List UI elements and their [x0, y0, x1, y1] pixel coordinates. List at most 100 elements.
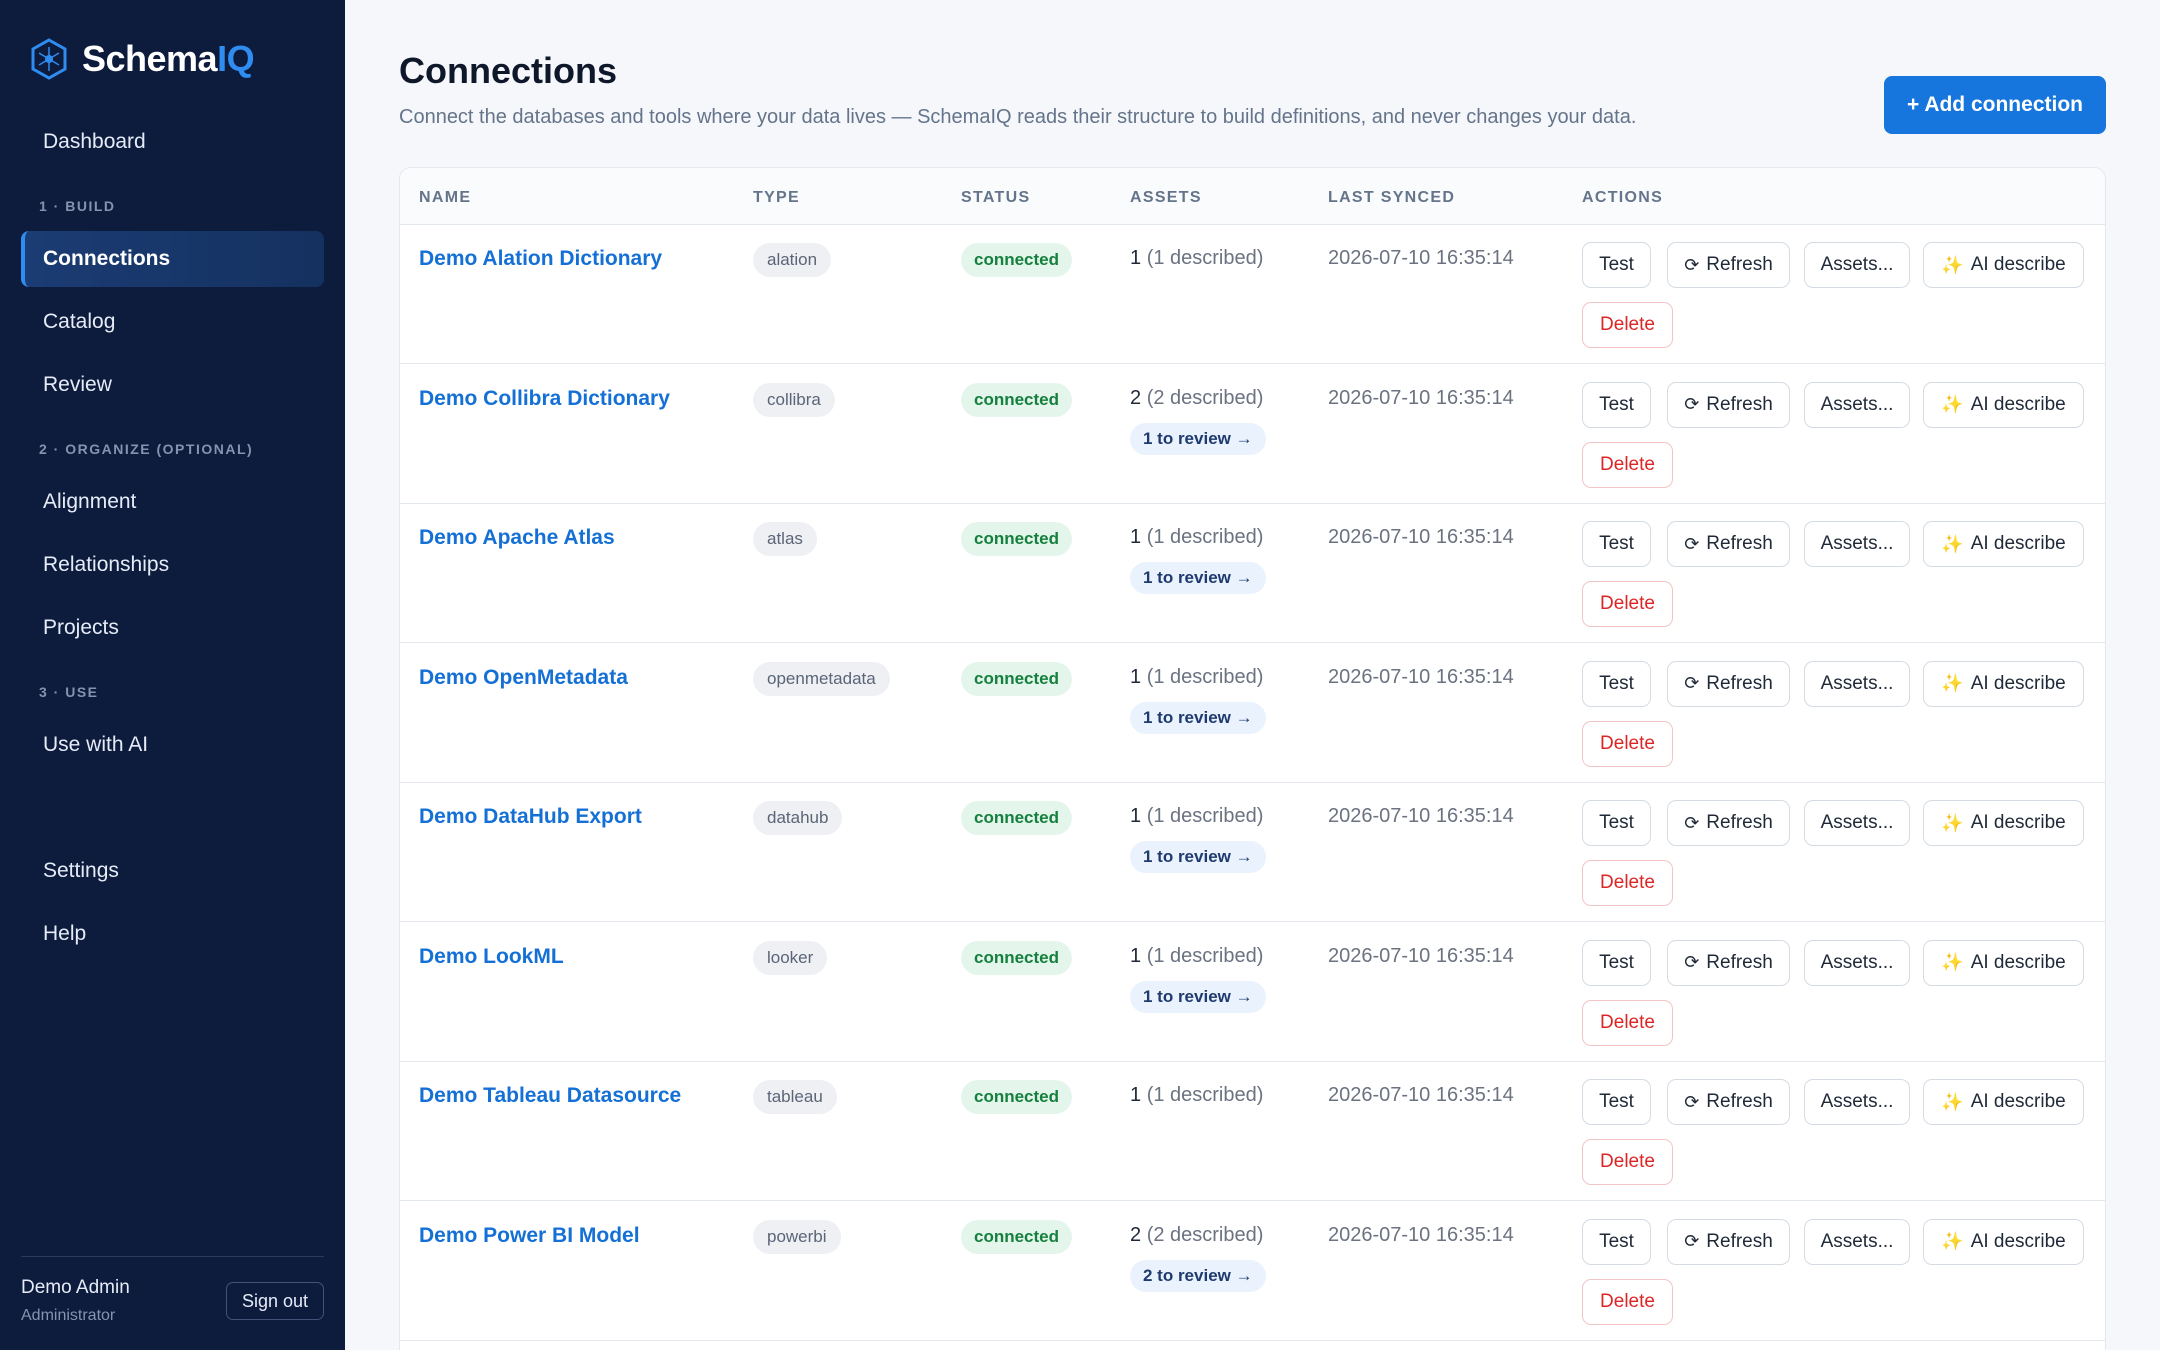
ai-describe-button[interactable]: ✨ AI describe [1923, 800, 2084, 846]
type-badge: atlas [753, 522, 817, 556]
to-review-link[interactable]: 1 to review → [1130, 841, 1266, 873]
ai-describe-button[interactable]: ✨ AI describe [1923, 381, 2084, 428]
connection-name-link[interactable]: Demo OpenMetadata [419, 666, 628, 690]
delete-button[interactable]: Delete [1582, 1278, 1673, 1325]
to-review-link[interactable]: 1 to review → [1130, 562, 1266, 594]
assets-button[interactable]: Assets... [1804, 1079, 1910, 1125]
test-button[interactable]: Test [1582, 939, 1651, 986]
assets-label: Assets... [1820, 254, 1894, 275]
column-header-last-synced: LAST SYNCED [1328, 189, 1456, 206]
refresh-button[interactable]: ⟳ Refresh [1667, 521, 1790, 567]
test-button[interactable]: Test [1582, 1218, 1651, 1265]
delete-label: Delete [1600, 453, 1655, 475]
assets-button[interactable]: Assets... [1804, 939, 1910, 986]
delete-button[interactable]: Delete [1582, 860, 1673, 906]
ai-describe-label: AI describe [1970, 533, 2066, 554]
assets-button[interactable]: Assets... [1804, 800, 1910, 846]
status-badge: connected [961, 1219, 1073, 1254]
test-label: Test [1599, 1091, 1634, 1112]
refresh-button[interactable]: ⟳ Refresh [1667, 660, 1790, 707]
test-button[interactable]: Test [1582, 521, 1651, 567]
ai-describe-label: AI describe [1970, 951, 2066, 973]
nav-catalog[interactable]: Catalog [21, 294, 324, 350]
refresh-button[interactable]: ⟳ Refresh [1667, 939, 1790, 986]
assets-total: 1 [1130, 944, 1142, 967]
assets-button[interactable]: Assets... [1804, 242, 1910, 288]
delete-button[interactable]: Delete [1582, 999, 1673, 1046]
delete-button[interactable]: Delete [1582, 302, 1673, 348]
assets-button[interactable]: Assets... [1804, 521, 1910, 567]
connection-name-link[interactable]: Demo Collibra Dictionary [419, 387, 670, 411]
status-badge: connected [961, 382, 1073, 417]
test-label: Test [1599, 254, 1634, 275]
add-connection-button[interactable]: + Add connection [1884, 76, 2106, 134]
table-row: Demo DataHub Export datahub connected 1 (1 … [400, 783, 2105, 922]
ai-describe-button[interactable]: ✨ AI describe [1923, 1079, 2084, 1125]
delete-button[interactable]: Delete [1582, 720, 1673, 767]
assets-button[interactable]: Assets... [1804, 381, 1910, 428]
connection-name-link[interactable]: Demo Alation Dictionary [419, 247, 662, 271]
nav-connections[interactable]: Connections [21, 231, 324, 287]
connections-table: NAME TYPE STATUS ASSETS LAST SYNCED ACTI… [399, 167, 2106, 1350]
refresh-button[interactable]: ⟳ Refresh [1667, 242, 1790, 288]
ai-describe-button[interactable]: ✨ AI describe [1923, 660, 2084, 707]
test-label: Test [1599, 812, 1634, 833]
refresh-label: Refresh [1706, 393, 1773, 415]
connection-name-link[interactable]: Demo DataHub Export [419, 805, 642, 829]
connection-name-link[interactable]: Demo Power BI Model [419, 1224, 640, 1248]
ai-describe-button[interactable]: ✨ AI describe [1923, 939, 2084, 986]
assets-label: Assets... [1820, 812, 1894, 833]
test-button[interactable]: Test [1582, 1079, 1651, 1125]
nav-review[interactable]: Review [21, 357, 324, 413]
connection-name-link[interactable]: Demo Apache Atlas [419, 526, 615, 550]
delete-label: Delete [1600, 1011, 1655, 1033]
nav-settings[interactable]: Settings [21, 843, 324, 899]
nav-use-with-ai[interactable]: Use with AI [21, 717, 324, 773]
delete-label: Delete [1600, 314, 1655, 335]
sidebar: SchemaIQ Dashboard 1 · BUILD Connections… [0, 0, 345, 1350]
assets-count: 1 (1 described) [1130, 1084, 1263, 1107]
sign-out-button[interactable]: Sign out [226, 1282, 324, 1320]
ai-describe-button[interactable]: ✨ AI describe [1923, 521, 2084, 567]
assets-count: 1 (1 described) [1130, 805, 1263, 828]
refresh-icon: ⟳ [1684, 254, 1700, 275]
delete-button[interactable]: Delete [1582, 581, 1673, 627]
refresh-label: Refresh [1706, 254, 1773, 275]
to-review-link[interactable]: 1 to review → [1130, 701, 1266, 734]
refresh-label: Refresh [1706, 1230, 1773, 1252]
refresh-icon: ⟳ [1684, 952, 1700, 972]
refresh-button[interactable]: ⟳ Refresh [1667, 1218, 1790, 1265]
connection-name-link[interactable]: Demo LookML [419, 945, 564, 969]
ai-describe-label: AI describe [1970, 393, 2066, 415]
sparkles-icon: ✨ [1941, 952, 1964, 972]
nav-alignment[interactable]: Alignment [21, 474, 324, 530]
to-review-link[interactable]: 2 to review → [1130, 1259, 1266, 1292]
brand-logo[interactable]: SchemaIQ [30, 38, 255, 80]
to-review-link[interactable]: 1 to review → [1130, 422, 1266, 455]
assets-button[interactable]: Assets... [1804, 660, 1910, 707]
ai-describe-button[interactable]: ✨ AI describe [1923, 1218, 2084, 1265]
refresh-button[interactable]: ⟳ Refresh [1667, 1079, 1790, 1125]
connection-name-link[interactable]: Demo Tableau Datasource [419, 1084, 681, 1108]
test-button[interactable]: Test [1582, 242, 1651, 288]
ai-describe-label: AI describe [1970, 254, 2066, 275]
table-row: Demo Power BI Model powerbi connected 2 (2 … [400, 1202, 2105, 1341]
refresh-button[interactable]: ⟳ Refresh [1667, 381, 1790, 428]
delete-button[interactable]: Delete [1582, 441, 1673, 488]
assets-count: 2 (2 described) [1130, 1224, 1263, 1247]
refresh-button[interactable]: ⟳ Refresh [1667, 800, 1790, 846]
test-button[interactable]: Test [1582, 800, 1651, 846]
test-button[interactable]: Test [1582, 660, 1651, 707]
nav-help[interactable]: Help [21, 906, 324, 962]
nav-relationships[interactable]: Relationships [21, 537, 324, 593]
to-review-link[interactable]: 1 to review → [1130, 980, 1266, 1013]
assets-total: 1 [1130, 665, 1142, 688]
nav-projects[interactable]: Projects [21, 600, 324, 656]
refresh-label: Refresh [1706, 672, 1773, 694]
nav-dashboard[interactable]: Dashboard [21, 114, 324, 170]
test-button[interactable]: Test [1582, 381, 1651, 428]
refresh-icon: ⟳ [1684, 673, 1700, 693]
assets-button[interactable]: Assets... [1804, 1218, 1910, 1265]
delete-button[interactable]: Delete [1582, 1139, 1673, 1185]
ai-describe-button[interactable]: ✨ AI describe [1923, 242, 2084, 288]
